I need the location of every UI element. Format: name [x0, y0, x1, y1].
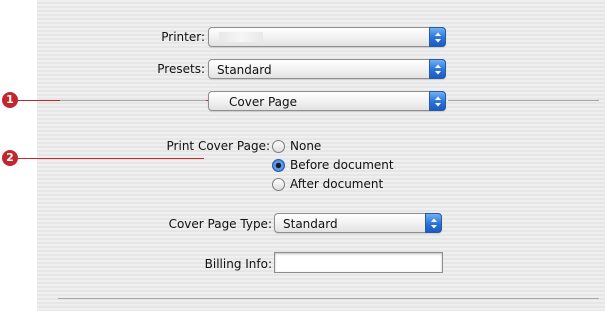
radio-after-document-label: After document [290, 177, 384, 191]
cover-page-type-popup-value: Standard [283, 217, 338, 231]
print-cover-page-label: Print Cover Page: [166, 139, 270, 153]
radio-none-label: None [290, 139, 322, 153]
callout-1-badge: 1 [2, 92, 18, 108]
cover-page-type-popup[interactable]: Standard [274, 213, 442, 233]
bottom-separator [58, 298, 599, 299]
printer-label: Printer: [161, 30, 205, 44]
panel-menu-separator-right [448, 100, 599, 101]
cover-page-type-label: Cover Page Type: [168, 217, 272, 231]
radio-after-document[interactable] [272, 178, 285, 191]
radio-none[interactable] [272, 140, 285, 153]
printer-popup[interactable] [208, 27, 446, 47]
billing-info-field[interactable] [274, 252, 443, 273]
up-down-arrows-icon [429, 91, 446, 111]
up-down-arrows-icon [429, 27, 446, 47]
up-down-arrows-icon [429, 59, 446, 79]
panel-menu-popup[interactable]: Cover Page [208, 91, 446, 111]
callout-2-line [18, 158, 204, 159]
presets-popup[interactable]: Standard [208, 59, 446, 79]
presets-label: Presets: [157, 62, 205, 76]
billing-info-label: Billing Info: [204, 257, 272, 271]
printer-name-placeholder [219, 32, 263, 42]
panel-menu-separator-left [60, 100, 206, 101]
up-down-arrows-icon [425, 213, 442, 233]
radio-before-document-label: Before document [290, 158, 394, 172]
presets-popup-value: Standard [217, 63, 272, 77]
callout-2-badge: 2 [2, 150, 18, 166]
panel-menu-popup-value: Cover Page [229, 95, 298, 109]
radio-before-document[interactable] [272, 159, 285, 172]
